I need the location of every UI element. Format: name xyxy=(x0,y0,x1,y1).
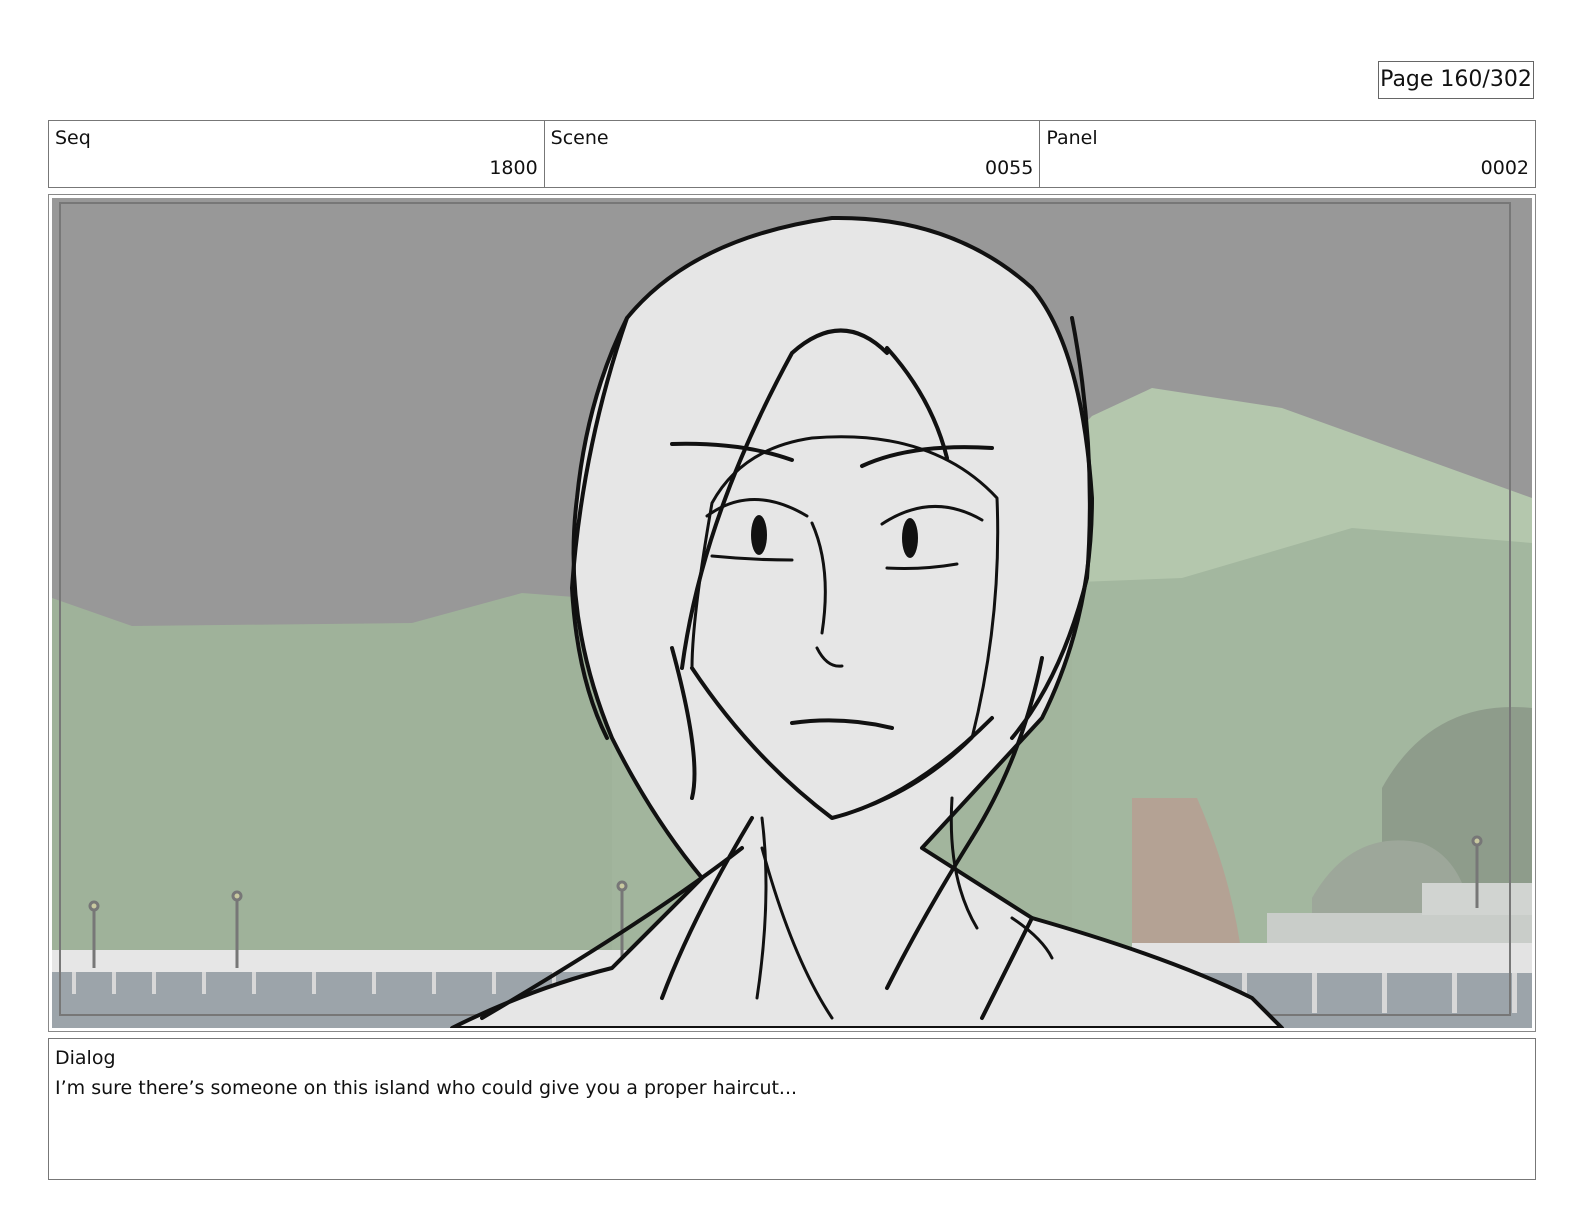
right-eye xyxy=(902,518,918,558)
seq-label: Seq xyxy=(55,127,91,149)
panel-value: 0002 xyxy=(1480,157,1530,179)
pier-right xyxy=(1132,943,1532,973)
dialog-text: I’m sure there’s someone on this island … xyxy=(55,1077,798,1099)
scene-cell: Scene 0055 xyxy=(545,121,1041,187)
storyboard-frame xyxy=(48,194,1536,1032)
dialog-label: Dialog xyxy=(55,1047,116,1069)
panel-label: Panel xyxy=(1046,127,1098,149)
storyboard-drawing xyxy=(52,198,1532,1028)
seq-cell: Seq 1800 xyxy=(49,121,545,187)
scene-value: 0055 xyxy=(984,157,1034,179)
seq-value: 1800 xyxy=(489,157,538,179)
dialog-box: Dialog I’m sure there’s someone on this … xyxy=(48,1038,1536,1180)
scene-label: Scene xyxy=(550,127,609,149)
panel-cell: Panel 0002 xyxy=(1040,121,1535,187)
left-eye xyxy=(751,515,767,555)
storyboard-header: Seq 1800 Scene 0055 Panel 0002 xyxy=(48,120,1536,188)
page-number: Page 160/302 xyxy=(1378,61,1534,99)
